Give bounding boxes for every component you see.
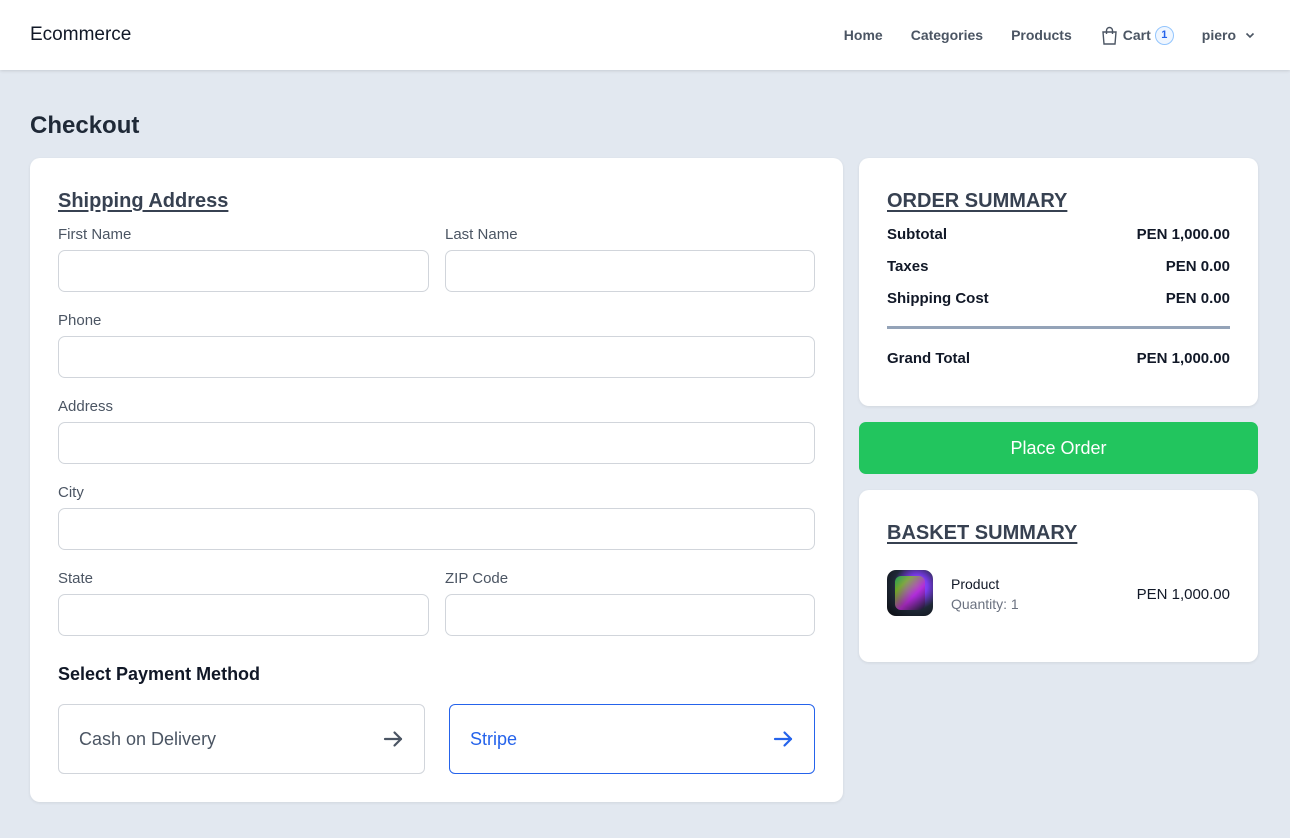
main-nav: Home Categories Products Cart 1 piero [844,0,1256,70]
arrow-right-icon [773,731,793,747]
cart-count-badge: 1 [1154,25,1174,45]
payment-option-label: Stripe [470,728,518,749]
cart-label: Cart [1122,27,1151,43]
user-menu[interactable]: piero [1202,27,1256,43]
grand-total-label: Grand Total [887,350,971,367]
arrow-right-icon [383,731,403,747]
city-input[interactable] [58,508,815,550]
address-input[interactable] [58,422,815,464]
page-title: Checkout [30,112,140,139]
subtotal-value: PEN 1,000.00 [1136,226,1230,243]
nav-categories-link[interactable]: Categories [911,27,983,43]
grand-total-row: Grand Total PEN 1,000.00 [887,350,1230,367]
zip-code-label: ZIP Code [445,570,509,587]
user-name: piero [1201,27,1236,43]
taxes-value: PEN 0.00 [1165,258,1230,275]
subtotal-row: Subtotal PEN 1,000.00 [887,226,1230,243]
grand-total-value: PEN 1,000.00 [1136,350,1230,367]
product-thumbnail [887,570,933,616]
last-name-label: Last Name [445,226,518,243]
nav-cart-link[interactable]: Cart 1 [1101,25,1174,45]
product-quantity: Quantity: 1 [951,596,1019,612]
order-summary-title: ORDER SUMMARY [887,190,1068,212]
shipping-card: Shipping Address First Name Last Name Ph… [30,158,843,802]
first-name-input[interactable] [58,250,429,292]
shopping-bag-icon [1101,26,1117,45]
place-order-button[interactable]: Place Order [859,422,1258,474]
first-name-label: First Name [58,226,132,243]
shipping-cost-value: PEN 0.00 [1165,290,1230,307]
payment-option-stripe[interactable]: Stripe [449,704,815,774]
nav-products-link[interactable]: Products [1011,27,1072,43]
state-label: State [58,570,94,587]
last-name-input[interactable] [445,250,815,292]
shipping-cost-label: Shipping Cost [887,290,989,307]
chevron-down-icon [1245,32,1255,39]
payment-option-cash-on-delivery[interactable]: Cash on Delivery [58,704,425,774]
basket-summary-card: BASKET SUMMARY Product Quantity: 1 PEN 1… [859,490,1258,662]
nav-home-link[interactable]: Home [844,27,883,43]
brand-logo[interactable]: Ecommerce [30,24,131,46]
payment-method-title: Select Payment Method [58,664,261,684]
subtotal-label: Subtotal [887,226,947,243]
order-summary-card: ORDER SUMMARY Subtotal PEN 1,000.00 Taxe… [859,158,1258,406]
payment-option-label: Cash on Delivery [79,728,217,749]
phone-input[interactable] [58,336,815,378]
top-navbar: Ecommerce Home Categories Products Cart … [0,0,1290,70]
taxes-label: Taxes [887,258,929,275]
phone-label: Phone [58,312,102,329]
state-input[interactable] [58,594,429,636]
summary-divider [887,326,1230,329]
product-price: PEN 1,000.00 [1136,586,1230,603]
taxes-row: Taxes PEN 0.00 [887,258,1230,275]
address-label: Address [58,398,114,415]
city-label: City [58,484,84,501]
shipping-address-title: Shipping Address [58,190,229,212]
zip-code-input[interactable] [445,594,815,636]
basket-summary-title: BASKET SUMMARY [887,522,1078,544]
product-name: Product [951,576,1000,592]
shipping-cost-row: Shipping Cost PEN 0.00 [887,290,1230,307]
